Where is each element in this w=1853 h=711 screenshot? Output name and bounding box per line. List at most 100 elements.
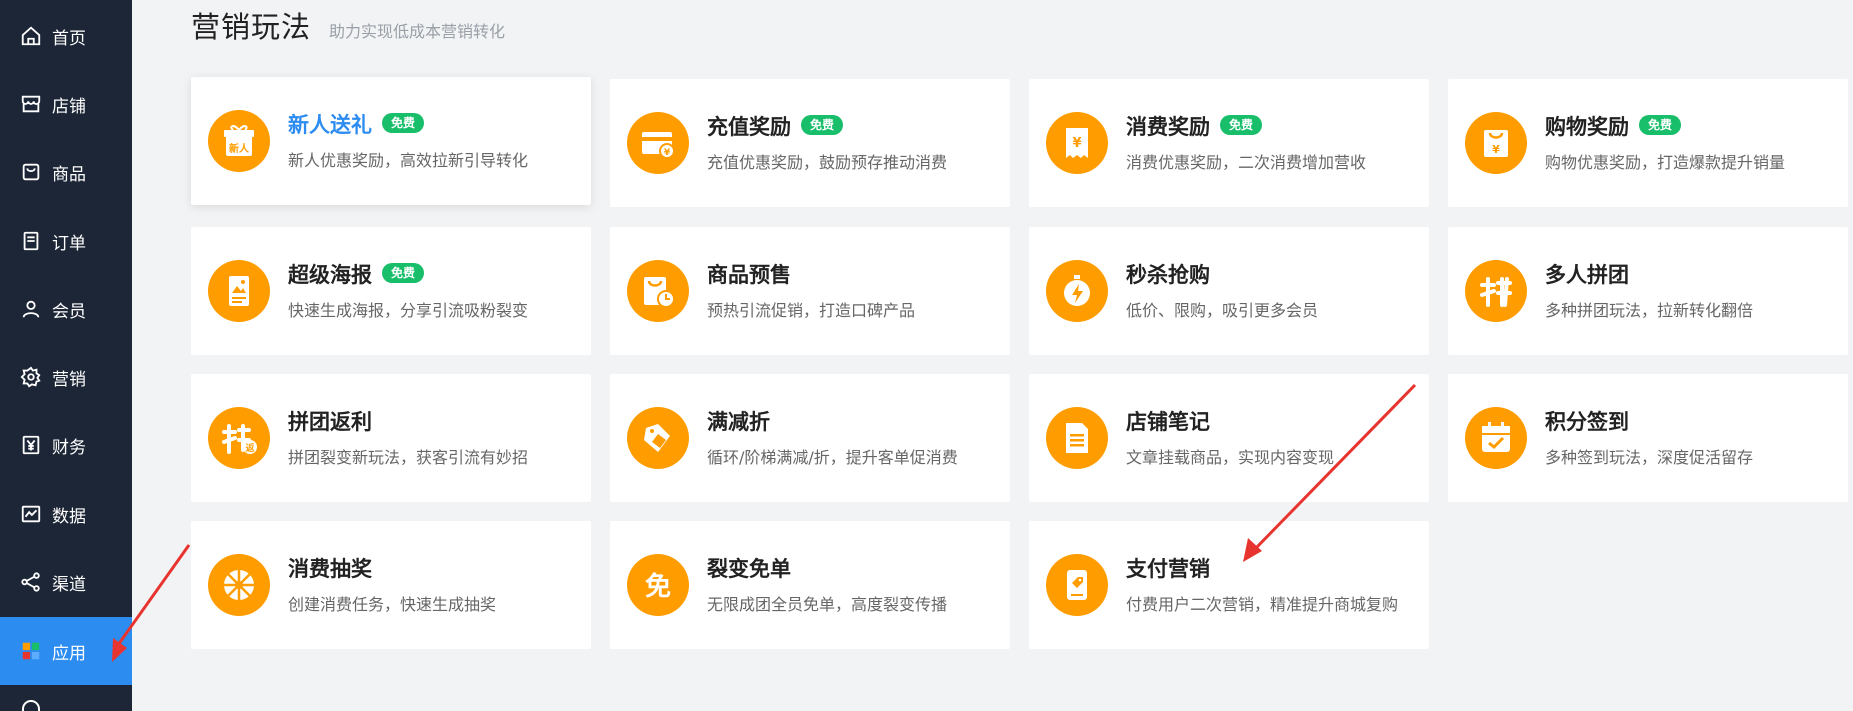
home-icon xyxy=(20,25,42,47)
card-title: 支付营销 xyxy=(1126,557,1210,581)
card-title: 购物奖励 xyxy=(1545,115,1629,139)
card-super-poster[interactable]: 超级海报 免费 快速生成海报，分享引流吸粉裂变 xyxy=(191,227,591,355)
page-subtitle: 助力实现低成本营销转化 xyxy=(329,22,506,41)
card-title: 新人送礼 xyxy=(288,113,372,137)
card-desc: 充值优惠奖励，鼓励预存推动消费 xyxy=(707,153,948,172)
card-fission-free-order[interactable]: 免 裂变免单 无限成团全员免单，高度裂变传播 xyxy=(610,521,1010,649)
discount-tag-icon xyxy=(627,407,689,469)
card-title: 充值奖励 xyxy=(707,115,791,139)
card-consumption-lottery[interactable]: 消费抽奖 创建消费任务，快速生成抽奖 xyxy=(191,521,591,649)
order-icon xyxy=(20,230,42,252)
gear-icon xyxy=(20,366,42,388)
gift-new-icon: 新人 xyxy=(208,110,270,172)
card-desc: 无限成团全员免单，高度裂变传播 xyxy=(707,595,948,614)
card-title: 商品预售 xyxy=(707,263,791,287)
sidebar-item-label: 店铺 xyxy=(52,96,86,117)
recharge-card-icon: ¥ xyxy=(627,112,689,174)
sidebar-item-store[interactable]: 店铺 xyxy=(0,70,132,138)
card-presale[interactable]: 商品预售 预热引流促销，打造口碑产品 xyxy=(610,227,1010,355)
sidebar-item-label: 财务 xyxy=(52,437,86,458)
card-title: 秒杀抢购 xyxy=(1126,263,1210,287)
card-recharge-reward[interactable]: ¥ 充值奖励 免费 充值优惠奖励，鼓励预存推动消费 xyxy=(610,79,1010,207)
card-title: 消费抽奖 xyxy=(288,557,372,581)
flash-sale-icon xyxy=(1046,260,1108,322)
card-group-buy[interactable]: 多人拼团 多种拼团玩法，拉新转化翻倍 xyxy=(1448,227,1848,355)
svg-text:免: 免 xyxy=(645,571,671,602)
sidebar-item-label: 会员 xyxy=(52,301,86,322)
svg-text:新人: 新人 xyxy=(229,142,250,155)
sidebar-item-label: 数据 xyxy=(52,506,86,527)
sidebar-item-label: 营销 xyxy=(52,369,86,390)
user-icon xyxy=(20,298,42,320)
group-buy-icon xyxy=(1465,260,1527,322)
card-title: 消费奖励 xyxy=(1126,115,1210,139)
free-badge: 免费 xyxy=(1220,115,1263,135)
card-title: 拼团返利 xyxy=(288,410,372,434)
card-desc: 低价、限购，吸引更多会员 xyxy=(1126,301,1319,320)
card-payment-marketing[interactable]: 支付营销 付费用户二次营销，精准提升商城复购 xyxy=(1029,521,1429,649)
svg-text:¥: ¥ xyxy=(1492,143,1500,156)
card-title: 积分签到 xyxy=(1545,410,1629,434)
note-icon xyxy=(1046,407,1108,469)
sidebar-item-home[interactable]: 首页 xyxy=(0,2,132,70)
card-title: 超级海报 xyxy=(288,263,372,287)
shopping-bag-yen-icon: ¥ xyxy=(1465,112,1527,174)
sidebar-item-apps[interactable]: 应用 xyxy=(0,617,132,685)
partial-icon xyxy=(22,700,40,711)
sidebar-item-orders[interactable]: 订单 xyxy=(0,207,132,275)
svg-text:¥: ¥ xyxy=(1072,136,1081,151)
sidebar-item-label: 订单 xyxy=(52,233,86,254)
poster-icon xyxy=(208,260,270,322)
presale-clock-icon xyxy=(627,260,689,322)
card-desc: 新人优惠奖励，高效拉新引导转化 xyxy=(288,151,529,170)
card-desc: 消费优惠奖励，二次消费增加营收 xyxy=(1126,153,1367,172)
store-icon xyxy=(20,93,42,115)
free-badge: 免费 xyxy=(382,113,425,133)
sidebar: 首页 店铺 商品 订单 会员 营销 财务 数据 渠道 应用 xyxy=(0,0,132,711)
card-desc: 付费用户二次营销，精准提升商城复购 xyxy=(1126,595,1399,614)
calendar-check-icon xyxy=(1465,407,1527,469)
sidebar-item-label: 首页 xyxy=(52,28,86,49)
receipt-yen-icon: ¥ xyxy=(1046,112,1108,174)
card-desc: 拼团裂变新玩法，获客引流有妙招 xyxy=(288,448,529,467)
svg-text:¥: ¥ xyxy=(664,148,671,158)
page-title: 营销玩法 xyxy=(191,10,312,44)
lottery-wheel-icon xyxy=(208,554,270,616)
sidebar-item-data[interactable]: 数据 xyxy=(0,480,132,548)
sidebar-item-channels[interactable]: 渠道 xyxy=(0,548,132,616)
card-desc: 文章挂载商品，实现内容变现 xyxy=(1126,448,1335,467)
sidebar-item-finance[interactable]: 财务 xyxy=(0,411,132,479)
card-shopping-reward[interactable]: ¥ 购物奖励 免费 购物优惠奖励，打造爆款提升销量 xyxy=(1448,79,1848,207)
card-group-rebate[interactable]: 返 拼团返利 拼团裂变新玩法，获客引流有妙招 xyxy=(191,374,591,502)
card-store-notes[interactable]: 店铺笔记 文章挂载商品，实现内容变现 xyxy=(1029,374,1429,502)
bag-icon xyxy=(20,161,42,183)
card-title: 裂变免单 xyxy=(707,557,791,581)
sidebar-item-members[interactable]: 会员 xyxy=(0,275,132,343)
card-desc: 多种签到玩法，深度促活留存 xyxy=(1545,448,1754,467)
pay-marketing-icon xyxy=(1046,554,1108,616)
card-consumption-reward[interactable]: ¥ 消费奖励 免费 消费优惠奖励，二次消费增加营收 xyxy=(1029,79,1429,207)
svg-text:返: 返 xyxy=(245,442,254,454)
sidebar-item-label: 商品 xyxy=(52,164,86,185)
card-flash-sale[interactable]: 秒杀抢购 低价、限购，吸引更多会员 xyxy=(1029,227,1429,355)
free-badge: 免费 xyxy=(801,115,844,135)
free-badge: 免费 xyxy=(382,263,425,283)
share-icon xyxy=(20,571,42,593)
card-desc: 快速生成海报，分享引流吸粉裂变 xyxy=(288,301,529,320)
card-points-checkin[interactable]: 积分签到 多种签到玩法，深度促活留存 xyxy=(1448,374,1848,502)
card-new-user-gift[interactable]: 新人 新人送礼 免费 新人优惠奖励，高效拉新引导转化 xyxy=(191,77,591,205)
free-badge: 免费 xyxy=(1639,115,1682,135)
apps-icon xyxy=(20,640,42,662)
card-title: 多人拼团 xyxy=(1545,263,1629,287)
sidebar-item-goods[interactable]: 商品 xyxy=(0,138,132,206)
sidebar-item-label: 应用 xyxy=(52,643,86,664)
sidebar-item-marketing[interactable]: 营销 xyxy=(0,343,132,411)
sidebar-item-label: 渠道 xyxy=(52,574,86,595)
free-order-icon: 免 xyxy=(627,554,689,616)
card-desc: 预热引流促销，打造口碑产品 xyxy=(707,301,916,320)
card-title: 满减折 xyxy=(707,410,770,434)
card-desc: 多种拼团玩法，拉新转化翻倍 xyxy=(1545,301,1754,320)
card-full-reduction[interactable]: 满减折 循环/阶梯满减/折，提升客单促消费 xyxy=(610,374,1010,502)
card-desc: 循环/阶梯满减/折，提升客单促消费 xyxy=(707,448,958,467)
yen-icon xyxy=(20,434,42,456)
